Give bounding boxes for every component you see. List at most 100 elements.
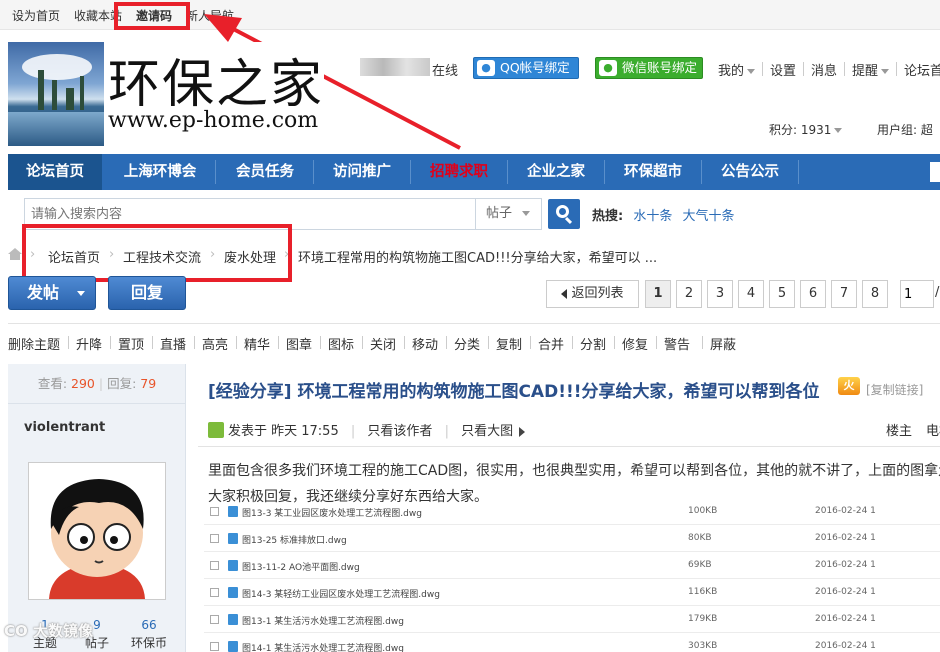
messages-link[interactable]: 消息 [811,60,837,79]
file-checkbox[interactable] [210,642,219,651]
post-time: 发表于 昨天 17:55 [228,424,339,439]
reply-count: 79 [140,376,157,391]
file-checkbox[interactable] [210,507,219,516]
file-name: 图14-3 某轻纺工业园区废水处理工艺流程图.dwg [242,590,440,600]
mod-close[interactable]: 关闭 [370,334,396,353]
page-link[interactable]: 5 [769,280,795,308]
nav-search-box[interactable] [930,162,940,182]
nav-item-expo[interactable]: 上海环博会 [108,154,212,190]
invite-highlight-box [114,2,190,30]
mod-merge[interactable]: 合并 [538,334,564,353]
author-name[interactable]: violentrant [24,420,105,435]
mod-digest[interactable]: 精华 [244,334,270,353]
search-button[interactable] [548,199,580,229]
mod-copy[interactable]: 复制 [496,334,522,353]
logo-title: 环保之家 [108,55,325,115]
file-row: 图13-3 某工业园区废水处理工艺流程图.dwg 100KB 2016-02-2… [204,498,940,525]
nav-item-promotion[interactable]: 访问推广 [317,154,407,190]
wechat-bind-button[interactable]: ● 微信账号绑定 [595,57,703,79]
reminders-menu[interactable]: 提醒 [852,60,890,79]
main-nav: 论坛首页 上海环博会 会员任务 访问推广 招聘求职 企业之家 环保超市 公告公示 [8,154,940,190]
mod-delete[interactable]: 删除主题 [8,334,60,353]
mod-split[interactable]: 分割 [580,334,606,353]
file-row: 图14-3 某轻纺工业园区废水处理工艺流程图.dwg 116KB 2016-02… [204,579,940,606]
chevron-down-icon [881,69,890,74]
breadcrumb-current: 环境工程常用的构筑物施工图CAD!!!分享给大家，希望可以 ... [298,251,658,266]
nav-item-forum-home[interactable]: 论坛首页 [8,154,102,190]
dwg-file-icon [228,506,238,517]
points-display[interactable]: 积分: 1931 [769,121,843,138]
elevator-link[interactable]: 电梯 [926,424,940,439]
file-checkbox[interactable] [210,561,219,570]
mod-block[interactable]: 屏蔽 [710,334,736,353]
hot-thread-icon: 火 [838,377,860,395]
dwg-file-icon [228,533,238,544]
copy-link-button[interactable]: [复制链接] [866,381,923,398]
file-name: 图14-1 某生活污水处理工艺流程图.dwg [242,644,404,652]
hot-term-link[interactable]: 水十条 [633,209,672,224]
qq-bind-button[interactable]: ● QQ帐号绑定 [473,57,579,79]
mod-highlight[interactable]: 高亮 [202,334,228,353]
file-date: 2016-02-24 1 [815,614,876,624]
mod-sticky[interactable]: 置顶 [118,334,144,353]
coins-count[interactable]: 66 [124,618,174,632]
avatar[interactable] [28,462,166,600]
page-link[interactable]: 8 [862,280,888,308]
reply-button[interactable]: 回复 [108,276,186,310]
page-link[interactable]: 1 [645,280,671,308]
file-checkbox[interactable] [210,615,219,624]
file-row: 图13-25 标准排放口.dwg 80KB 2016-02-24 1 [204,525,940,552]
qq-bind-label: QQ帐号绑定 [500,60,570,75]
file-checkbox[interactable] [210,588,219,597]
nav-item-market[interactable]: 环保超市 [608,154,698,190]
mod-repair[interactable]: 修复 [622,334,648,353]
mod-category[interactable]: 分类 [454,334,480,353]
search-input[interactable] [31,204,471,224]
file-size: 100KB [688,506,718,516]
watermark: CO 大数镜像 [4,622,93,640]
chevron-left-icon [561,288,568,299]
logo-url: www.ep-home.com [108,108,319,133]
set-home-link[interactable]: 设为首页 [12,7,60,24]
page-link[interactable]: 3 [707,280,733,308]
hot-search: 热搜: 水十条 大气十条 [592,205,735,224]
mod-warn[interactable]: 警告 [664,334,690,353]
home-icon[interactable] [8,248,22,260]
chevron-down-icon [522,211,531,216]
page-link[interactable]: 7 [831,280,857,308]
dwg-file-icon [228,587,238,598]
mod-stamp[interactable]: 图章 [286,334,312,353]
file-checkbox[interactable] [210,534,219,543]
my-menu[interactable]: 我的 [718,60,756,79]
nav-item-jobs[interactable]: 招聘求职 [414,154,504,190]
page-total-slash: / [935,285,940,300]
mod-live[interactable]: 直播 [160,334,186,353]
file-date: 2016-02-24 1 [815,533,876,543]
page-link[interactable]: 2 [676,280,702,308]
coins-label: 环保币 [130,636,167,650]
page-number-input[interactable] [900,280,934,308]
site-logo[interactable]: 环保之家 www.ep-home.com [8,42,324,146]
mod-icon[interactable]: 图标 [328,334,354,353]
chevron-down-icon [77,291,85,296]
nav-item-member-tasks[interactable]: 会员任务 [220,154,310,190]
back-to-list-button[interactable]: 返回列表 [546,280,639,308]
new-post-button[interactable]: 发帖 [8,276,96,310]
dwg-file-icon [228,641,238,652]
mod-move[interactable]: 移动 [412,334,438,353]
chevron-down-icon [747,69,756,74]
search-scope-select[interactable]: 帖子 [475,199,541,229]
only-author-link[interactable]: 只看该作者 [367,424,432,439]
thread-counts: 查看: 290 | 回复: 79 [8,364,186,404]
forum-home-link[interactable]: 论坛首 [904,60,940,79]
file-date: 2016-02-24 1 [815,506,876,516]
nav-item-announcements[interactable]: 公告公示 [705,154,795,190]
floor-label: 楼主电梯 [886,420,940,439]
page-link[interactable]: 4 [738,280,764,308]
only-big-images-link[interactable]: 只看大图 [461,424,526,439]
mod-bump[interactable]: 升降 [76,334,102,353]
hot-term-link[interactable]: 大气十条 [683,209,735,224]
settings-link[interactable]: 设置 [770,60,796,79]
nav-item-enterprise[interactable]: 企业之家 [511,154,601,190]
page-link[interactable]: 6 [800,280,826,308]
